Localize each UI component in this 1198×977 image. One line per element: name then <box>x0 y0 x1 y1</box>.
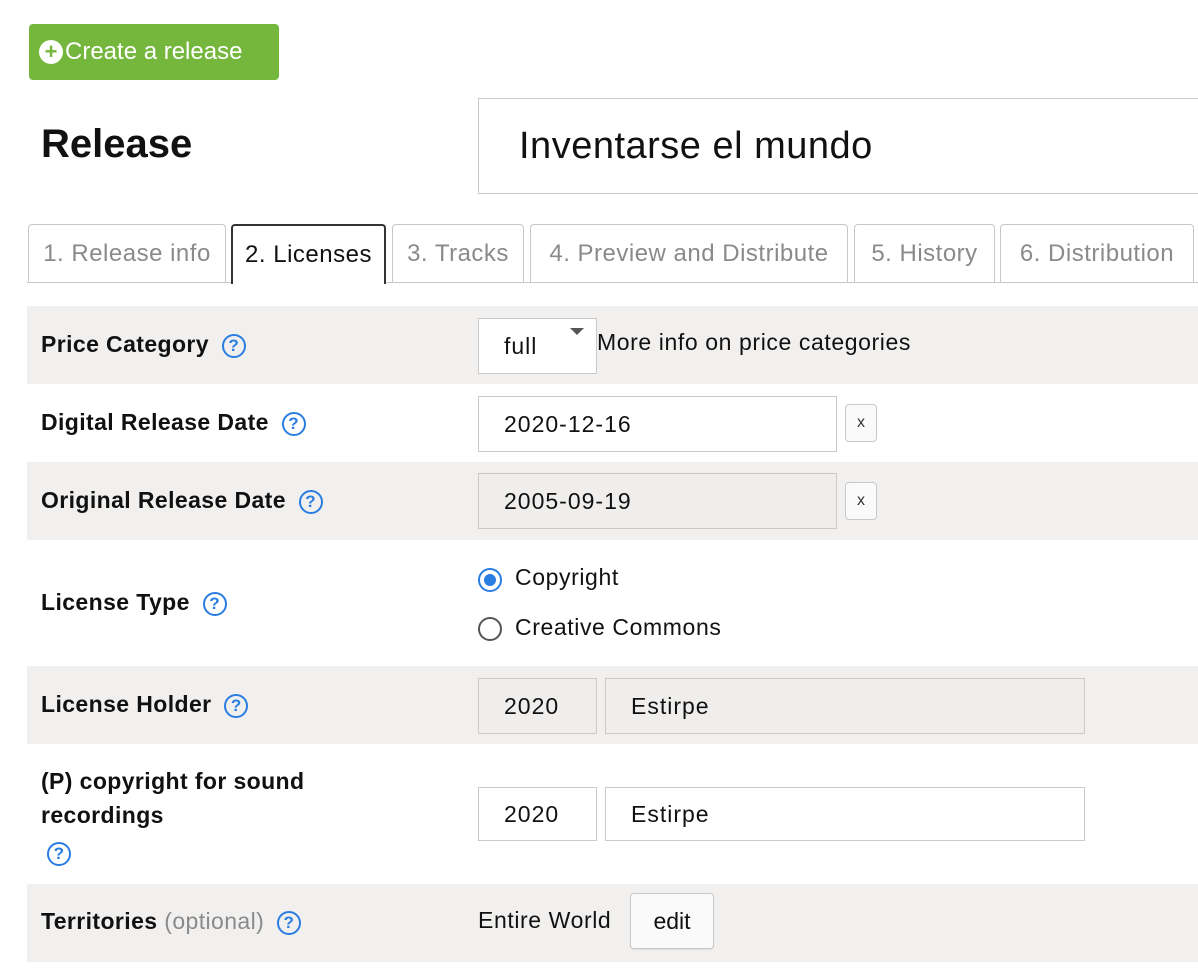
original-release-date-label-text: Original Release Date <box>41 487 286 513</box>
tab-distribution[interactable]: 6. Distribution <box>1000 224 1194 282</box>
license-type-row: License Type ? Copyright Creative Common… <box>27 540 1198 666</box>
digital-release-date-label: Digital Release Date ? <box>41 405 306 439</box>
create-release-label: Create a release <box>65 38 243 65</box>
p-copyright-holder-value: Estirpe <box>631 800 710 827</box>
price-category-info-link[interactable]: More info on price categories <box>597 329 911 356</box>
create-release-button[interactable]: + Create a release <box>29 24 279 80</box>
license-holder-row: License Holder ? 2020 Estirpe <box>27 666 1198 744</box>
original-release-date-value: 2005-09-19 <box>504 487 632 514</box>
license-holder-year-value: 2020 <box>504 692 560 719</box>
clear-digital-date-button[interactable]: x <box>845 404 877 442</box>
digital-release-date-input[interactable]: 2020-12-16 <box>478 396 837 452</box>
creative-commons-option-label[interactable]: Creative Commons <box>515 614 721 641</box>
p-copyright-holder-input[interactable]: Estirpe <box>605 787 1085 841</box>
tab-release-info[interactable]: 1. Release info <box>28 224 226 282</box>
help-icon[interactable]: ? <box>47 841 71 866</box>
help-icon[interactable]: ? <box>202 591 227 616</box>
help-icon[interactable]: ? <box>281 411 306 436</box>
territories-value: Entire World <box>478 907 612 933</box>
price-category-value: full <box>504 332 538 359</box>
license-type-label: License Type ? <box>41 585 227 619</box>
tab-licenses[interactable]: 2. Licenses <box>231 224 386 284</box>
copyright-option-label[interactable]: Copyright <box>515 564 619 591</box>
p-copyright-row: (P) copyright for sound recordings ? 202… <box>27 744 1198 884</box>
p-copyright-label-text: (P) copyright for sound recordings <box>41 768 305 828</box>
license-holder-label: License Holder ? <box>41 687 249 721</box>
price-category-select[interactable]: full <box>478 318 597 374</box>
tab-preview-and-distribute[interactable]: 4. Preview and Distribute <box>530 224 848 282</box>
digital-release-date-row: Digital Release Date ? 2020-12-16 x <box>27 384 1198 462</box>
page-title: Release <box>41 122 193 166</box>
license-holder-name-input[interactable]: Estirpe <box>605 678 1085 734</box>
plus-circle-icon: + <box>39 40 63 64</box>
license-type-label-text: License Type <box>41 589 190 615</box>
territories-label-text: Territories <box>41 908 158 934</box>
release-title-field[interactable]: Inventarse el mundo <box>478 98 1198 194</box>
original-release-date-label: Original Release Date ? <box>41 483 323 517</box>
optional-tag: (optional) <box>164 908 265 934</box>
original-release-date-input[interactable]: 2005-09-19 <box>478 473 837 529</box>
help-icon[interactable]: ? <box>224 693 249 718</box>
price-category-label: Price Category ? <box>41 327 246 361</box>
copyright-radio[interactable] <box>478 568 502 592</box>
license-holder-name-value: Estirpe <box>631 692 710 719</box>
help-icon[interactable]: ? <box>221 333 246 358</box>
price-category-row: Price Category ? full More info on price… <box>27 306 1198 384</box>
license-holder-year-input[interactable]: 2020 <box>478 678 597 734</box>
clear-original-date-button[interactable]: x <box>845 482 877 520</box>
chevron-down-icon <box>570 328 584 335</box>
edit-territories-button[interactable]: edit <box>630 893 714 949</box>
tab-baseline <box>27 282 1198 283</box>
original-release-date-row: Original Release Date ? 2005-09-19 x <box>27 462 1198 540</box>
price-category-label-text: Price Category <box>41 331 209 357</box>
help-icon[interactable]: ? <box>276 910 301 935</box>
p-copyright-year-input[interactable]: 2020 <box>478 787 597 841</box>
digital-release-date-value: 2020-12-16 <box>504 410 632 437</box>
tab-history[interactable]: 5. History <box>854 224 995 282</box>
territories-row: Territories (optional) ? Entire World ed… <box>27 884 1198 962</box>
creative-commons-radio[interactable] <box>478 617 502 641</box>
release-title-value: Inventarse el mundo <box>519 124 873 167</box>
help-icon[interactable]: ? <box>298 489 323 514</box>
digital-release-date-label-text: Digital Release Date <box>41 409 269 435</box>
license-holder-label-text: License Holder <box>41 691 212 717</box>
territories-label: Territories (optional) ? <box>41 904 301 938</box>
tab-bar: 1. Release info 2. Licenses 3. Tracks 4.… <box>27 224 1198 284</box>
p-copyright-label: (P) copyright for sound recordings ? <box>41 764 401 866</box>
tab-tracks[interactable]: 3. Tracks <box>392 224 524 282</box>
p-copyright-year-value: 2020 <box>504 800 560 827</box>
